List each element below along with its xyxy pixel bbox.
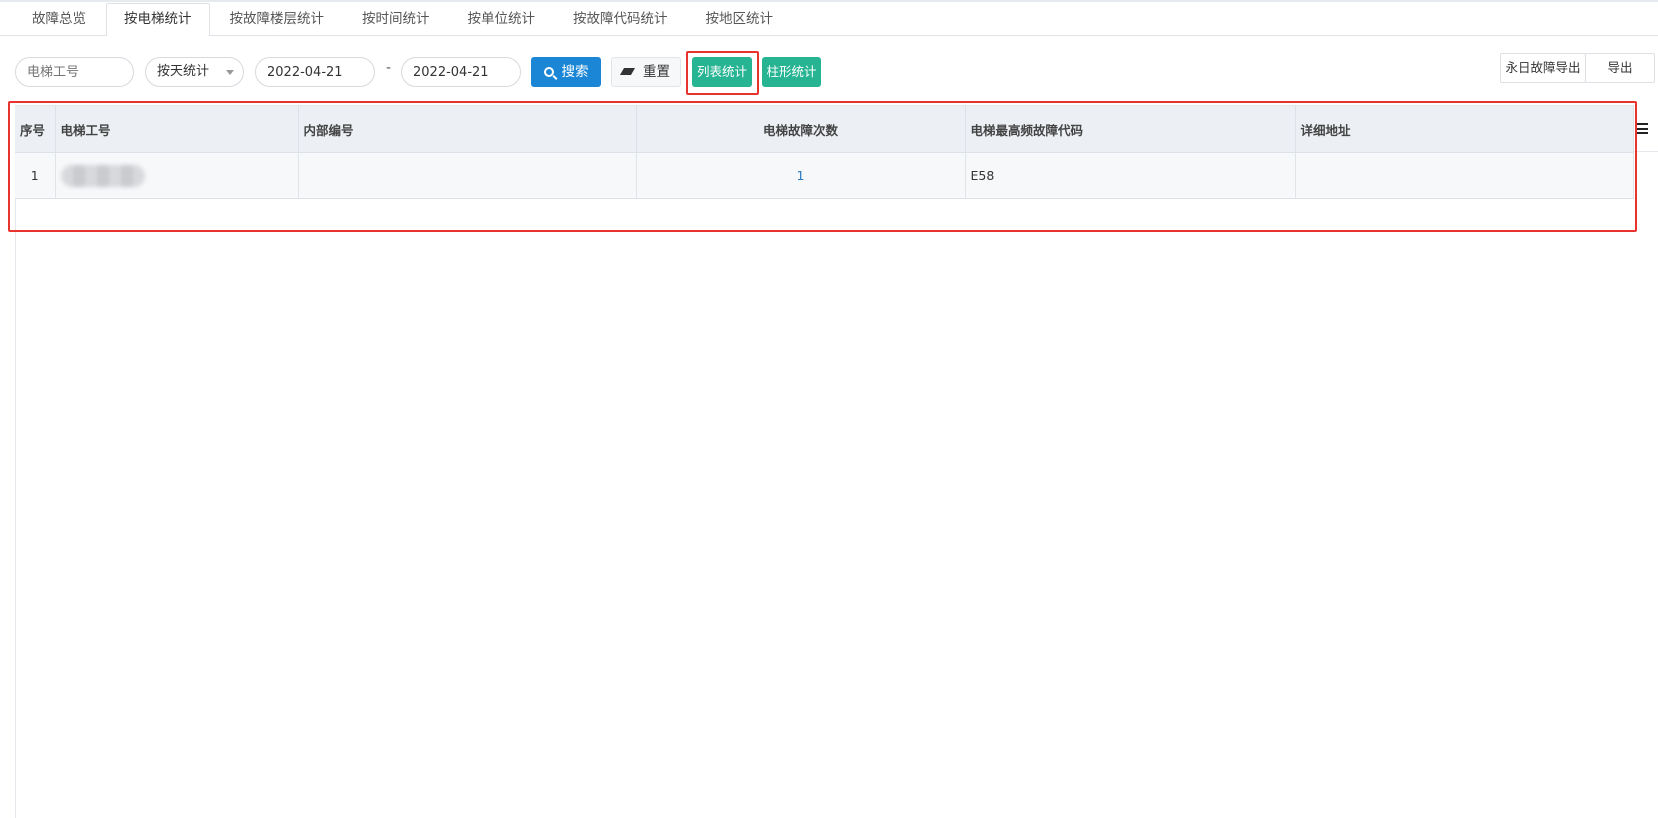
list-stats-button[interactable]: 列表统计 — [692, 57, 752, 87]
cell-fault-count[interactable]: 1 — [636, 152, 966, 199]
table-header-row: 序号 电梯工号 内部编号 电梯故障次数 电梯最高频故障代码 详细地址 — [15, 105, 1634, 153]
export-button[interactable]: 导出 — [1585, 53, 1655, 83]
filter-toolbar: 按天统计 - 搜索 重置 列表统计 柱形统计 永日故障导出 导出 — [0, 36, 1658, 98]
search-button-label: 搜索 — [561, 64, 589, 80]
elevator-no-input[interactable] — [15, 57, 134, 87]
daily-fault-export-button[interactable]: 永日故障导出 — [1500, 53, 1586, 83]
date-separator: - — [386, 60, 392, 76]
grid-container — [15, 105, 1658, 818]
column-header-internal-no[interactable]: 内部编号 — [298, 105, 637, 153]
column-menu-icon[interactable] — [1637, 123, 1648, 134]
column-header-index[interactable]: 序号 — [15, 105, 56, 153]
period-select-value: 按天统计 — [157, 64, 210, 79]
cell-address — [1295, 152, 1634, 199]
tab-by-fault-floor[interactable]: 按故障楼层统计 — [212, 3, 343, 35]
tab-fault-overview[interactable]: 故障总览 — [14, 3, 104, 35]
search-icon — [543, 67, 554, 77]
tab-by-elevator[interactable]: 按电梯统计 — [106, 3, 210, 36]
tab-bar: 故障总览 按电梯统计 按故障楼层统计 按时间统计 按单位统计 按故障代码统计 按… — [0, 2, 1658, 36]
search-button[interactable]: 搜索 — [531, 57, 601, 87]
column-header-address[interactable]: 详细地址 — [1295, 105, 1634, 153]
tab-by-fault-code[interactable]: 按故障代码统计 — [555, 3, 686, 35]
cell-internal-no — [298, 152, 637, 199]
period-select[interactable]: 按天统计 — [145, 57, 244, 87]
chevron-down-icon — [226, 70, 234, 75]
redacted-value — [60, 164, 145, 187]
column-header-elevator-no[interactable]: 电梯工号 — [55, 105, 299, 153]
eraser-icon — [619, 68, 636, 75]
cell-elevator-no — [55, 152, 299, 199]
table-row[interactable]: 1 1 E58 — [15, 152, 1634, 199]
tab-by-time[interactable]: 按时间统计 — [344, 3, 448, 35]
reset-button[interactable]: 重置 — [611, 57, 681, 87]
end-date-input[interactable] — [401, 57, 521, 87]
start-date-input[interactable] — [255, 57, 375, 87]
cell-index: 1 — [15, 152, 56, 199]
column-header-top-fault-code[interactable]: 电梯最高频故障代码 — [965, 105, 1296, 153]
cell-top-fault-code: E58 — [965, 152, 1296, 199]
bar-stats-button[interactable]: 柱形统计 — [762, 57, 821, 87]
column-header-fault-count[interactable]: 电梯故障次数 — [636, 105, 966, 153]
reset-button-label: 重置 — [643, 64, 670, 80]
elevator-stats-table: 序号 电梯工号 内部编号 电梯故障次数 电梯最高频故障代码 详细地址 1 1 E… — [15, 105, 1634, 199]
tab-by-region[interactable]: 按地区统计 — [688, 3, 792, 35]
tab-by-unit[interactable]: 按单位统计 — [450, 3, 554, 35]
